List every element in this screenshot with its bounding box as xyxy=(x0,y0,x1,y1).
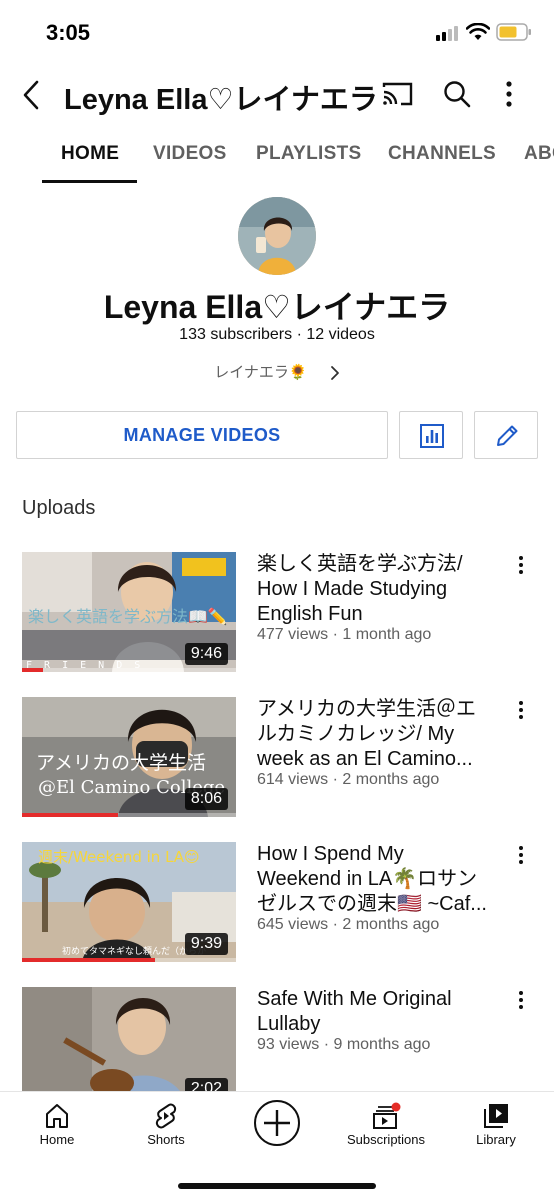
video-meta: 477 views · 1 month ago xyxy=(257,626,432,643)
edit-channel-button[interactable] xyxy=(474,411,538,459)
nav-subscriptions-label: Subscriptions xyxy=(346,1132,426,1147)
nav-home-label: Home xyxy=(39,1132,75,1147)
video-more-icon[interactable] xyxy=(518,845,524,865)
wifi-icon xyxy=(466,23,490,40)
channel-description-row[interactable]: レイナエラ🌻 xyxy=(0,361,554,382)
watch-progress-bar xyxy=(22,958,155,962)
manage-videos-button[interactable]: MANAGE VIDEOS xyxy=(16,411,388,459)
create-button[interactable] xyxy=(254,1100,300,1146)
nav-home[interactable]: Home xyxy=(2,1102,112,1147)
nav-subscriptions[interactable]: Subscriptions xyxy=(331,1102,441,1147)
cast-icon[interactable] xyxy=(382,81,414,107)
app-header: Leyna Ella♡レイナエラ xyxy=(0,62,554,126)
video-thumbnail[interactable]: 2:02 xyxy=(22,987,236,1107)
thumbnail-text: 楽しく英語を学ぶ方法📖✏️ xyxy=(28,607,228,626)
video-meta: 614 views · 2 months ago xyxy=(257,771,440,788)
video-title[interactable]: How I Spend My Weekend in LA🌴ロサン ゼルスでの週末… xyxy=(257,842,497,917)
video-duration: 9:39 xyxy=(184,933,228,955)
video-meta: 645 views · 2 months ago xyxy=(257,916,440,933)
video-duration: 9:46 xyxy=(184,643,228,665)
channel-tabs: HOME VIDEOS PLAYLISTS CHANNELS ABOUT xyxy=(0,126,554,184)
tab-videos[interactable]: VIDEOS xyxy=(153,143,227,165)
channel-title: Leyna Ella♡レイナエラ xyxy=(64,84,378,116)
shorts-icon xyxy=(155,1103,177,1129)
video-title[interactable]: アメリカの大学生活＠エ ルカミノカレッジ/ My week as an El C… xyxy=(257,697,497,772)
battery-icon xyxy=(496,23,531,41)
thumbnail-text: アメリカの大学生活 xyxy=(36,752,206,774)
home-icon xyxy=(46,1104,68,1128)
video-thumbnail[interactable]: アメリカの大学生活 @El Camino College 8:06 xyxy=(22,697,236,817)
analytics-icon xyxy=(420,424,444,448)
back-arrow-icon[interactable] xyxy=(18,78,48,112)
video-more-icon[interactable] xyxy=(518,990,524,1010)
video-title[interactable]: 楽しく英語を学ぶ方法/ How I Made Studying English … xyxy=(257,552,497,627)
video-more-icon[interactable] xyxy=(518,700,524,720)
channel-stats: 133 subscribers · 12 videos xyxy=(179,326,375,343)
plus-icon xyxy=(264,1110,290,1136)
video-duration: 8:06 xyxy=(184,788,228,810)
video-title[interactable]: Safe With Me Original Lullaby xyxy=(257,987,497,1037)
video-item[interactable]: 週末/Weekend in LA😊 初めてタマネギなし頼んだ（からか 9:39 … xyxy=(0,842,554,967)
library-icon xyxy=(484,1104,508,1128)
subscriptions-icon xyxy=(373,1102,401,1129)
channel-avatar[interactable] xyxy=(238,197,316,275)
status-time: 3:05 xyxy=(46,20,91,45)
video-item[interactable]: アメリカの大学生活 @El Camino College 8:06 アメリカの大… xyxy=(0,697,554,822)
watch-progress-bar xyxy=(22,813,119,817)
cellular-signal-icon xyxy=(436,26,458,41)
tab-playlists[interactable]: PLAYLISTS xyxy=(256,143,361,165)
video-thumbnail[interactable]: 週末/Weekend in LA😊 初めてタマネギなし頼んだ（からか 9:39 xyxy=(22,842,236,962)
more-options-icon[interactable] xyxy=(505,80,513,108)
channel-name: Leyna Ella♡レイナエラ xyxy=(103,289,451,325)
home-indicator xyxy=(178,1183,376,1189)
video-thumbnail[interactable]: 楽しく英語を学ぶ方法📖✏️ F R I E N D S 9:46 xyxy=(22,552,236,672)
thumbnail-text: 週末/Weekend in LA😊 xyxy=(38,848,200,866)
tab-home[interactable]: HOME xyxy=(61,143,119,165)
watch-progress-track xyxy=(22,668,236,672)
analytics-button[interactable] xyxy=(399,411,463,459)
tab-about[interactable]: ABOUT xyxy=(524,143,554,165)
nav-library[interactable]: Library xyxy=(441,1102,551,1147)
uploads-section-title: Uploads xyxy=(22,497,96,519)
channel-description: レイナエラ🌻 xyxy=(214,364,308,381)
pencil-icon xyxy=(497,425,518,446)
chevron-right-icon xyxy=(330,366,339,380)
video-item[interactable]: 楽しく英語を学ぶ方法📖✏️ F R I E N D S 9:46 楽しく英語を学… xyxy=(0,552,554,677)
status-bar: 3:05 xyxy=(0,0,554,62)
search-icon[interactable] xyxy=(443,80,471,108)
video-more-icon[interactable] xyxy=(518,555,524,575)
watch-progress-bar xyxy=(22,668,44,672)
nav-shorts[interactable]: Shorts xyxy=(111,1102,221,1147)
tab-channels[interactable]: CHANNELS xyxy=(388,143,496,165)
nav-library-label: Library xyxy=(476,1132,516,1147)
video-meta: 93 views · 9 months ago xyxy=(257,1036,431,1053)
active-tab-indicator xyxy=(42,180,137,183)
nav-shorts-label: Shorts xyxy=(147,1132,185,1147)
